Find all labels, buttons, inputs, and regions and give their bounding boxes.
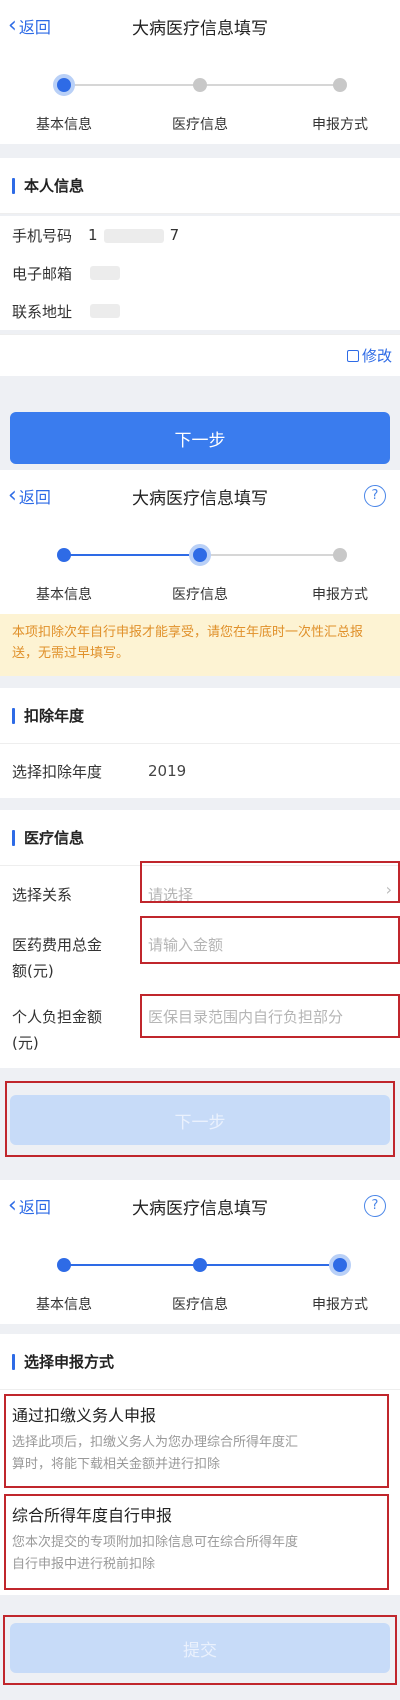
year-value: 2019 <box>148 762 187 780</box>
address-row: 联系地址 <box>0 292 400 330</box>
field-label: 选择关系 <box>12 886 73 904</box>
field-label-line: (元) <box>12 1034 39 1052</box>
field-label: 联系地址 <box>12 302 73 321</box>
help-icon[interactable]: ? <box>364 1195 386 1217</box>
step-dot <box>333 548 347 562</box>
section-bar <box>12 707 15 724</box>
back-label: 返回 <box>18 488 51 507</box>
email-row: 电子邮箱 <box>0 254 400 292</box>
step-label: 申报方式 <box>312 1297 368 1313</box>
edit-label: 修改 <box>361 347 392 365</box>
edit-button[interactable]: 修改 <box>346 345 392 366</box>
page-title: 大病医疗信息填写 <box>132 1198 268 1219</box>
phone-value-end: 7 <box>169 226 180 244</box>
step-dot-current <box>189 544 211 566</box>
step-dot <box>193 78 207 92</box>
section-title: 医疗信息 <box>24 829 85 847</box>
page-title: 大病医疗信息填写 <box>132 488 268 509</box>
step-dot <box>333 78 347 92</box>
highlight-box <box>4 1394 389 1488</box>
section-title: 本人信息 <box>24 177 85 195</box>
field-label-line: 额(元) <box>12 962 54 980</box>
help-icon[interactable]: ? <box>364 485 386 507</box>
back-button[interactable]: ‹ 返回 <box>8 1180 51 1232</box>
step-label: 基本信息 <box>36 1297 92 1313</box>
highlight-box <box>140 861 400 903</box>
field-label: 选择扣除年度 <box>12 762 103 781</box>
page-title: 大病医疗信息填写 <box>132 18 268 39</box>
step-label: 基本信息 <box>36 587 92 603</box>
step-line-done <box>64 554 200 556</box>
highlight-box <box>140 994 400 1038</box>
step-label: 医疗信息 <box>172 117 228 133</box>
step-dot-current <box>53 74 75 96</box>
chevron-left-icon: ‹ <box>8 483 17 508</box>
step-line <box>64 84 200 86</box>
step-line <box>200 554 340 556</box>
field-label-line: 个人负担金额 <box>12 1008 103 1026</box>
next-label: 下一步 <box>174 430 226 451</box>
field-label: 医药费用总金 额(元) <box>12 932 102 984</box>
step-label: 申报方式 <box>312 117 368 133</box>
highlight-box <box>4 1494 389 1590</box>
step-line <box>200 84 340 86</box>
field-label-line: 医药费用总金 <box>12 936 103 954</box>
step-dot-done <box>193 1258 207 1272</box>
step-dot-done <box>57 1258 71 1272</box>
back-button[interactable]: ‹ 返回 <box>8 0 51 52</box>
masked-value <box>90 304 121 318</box>
screen-medical-info: ‹ 返回 大病医疗信息填写 ? 基本信息 医疗信息 申报方式 本项扣除次年自行申… <box>0 470 400 1180</box>
top-bar: ‹ 返回 大病医疗信息填写 <box>0 0 400 52</box>
back-label: 返回 <box>18 1198 51 1217</box>
step-dot-current <box>329 1254 351 1276</box>
phone-value: 17 <box>88 226 179 244</box>
top-bar: ‹ 返回 大病医疗信息填写 ? <box>0 470 400 522</box>
edit-icon <box>346 350 359 362</box>
chevron-left-icon: ‹ <box>8 1193 17 1218</box>
section-header: 扣除年度 <box>0 688 400 744</box>
screen-filing-method: ‹ 返回 大病医疗信息填写 ? 基本信息 医疗信息 申报方式 选择申报方式 通过… <box>0 1180 400 1700</box>
notice-banner: 本项扣除次年自行申报才能享受，请您在年底时一次性汇总报送，无需过早填写。 <box>0 614 400 676</box>
masked-value <box>90 266 121 280</box>
year-row[interactable]: 选择扣除年度 2019 <box>0 744 400 798</box>
back-label: 返回 <box>18 18 51 37</box>
edit-row: 修改 <box>0 334 400 376</box>
section-title: 选择申报方式 <box>24 1353 115 1371</box>
field-label: 电子邮箱 <box>12 264 73 283</box>
field-label: 个人负担金额 (元) <box>12 1004 102 1056</box>
highlight-box <box>5 1081 395 1157</box>
highlight-box <box>3 1615 397 1685</box>
phone-row: 手机号码 17 <box>0 216 400 254</box>
section-header: 医疗信息 <box>0 810 400 866</box>
step-line-done <box>64 1264 200 1266</box>
section-bar <box>12 829 15 846</box>
step-indicator: 基本信息 医疗信息 申报方式 <box>0 52 400 144</box>
step-indicator: 基本信息 医疗信息 申报方式 <box>0 1232 400 1324</box>
chevron-left-icon: ‹ <box>8 13 17 38</box>
highlight-box <box>140 916 400 964</box>
step-label: 医疗信息 <box>172 587 228 603</box>
section-header: 选择申报方式 <box>0 1334 400 1390</box>
step-indicator: 基本信息 医疗信息 申报方式 <box>0 522 400 614</box>
step-line-done <box>200 1264 340 1266</box>
step-label: 医疗信息 <box>172 1297 228 1313</box>
top-bar: ‹ 返回 大病医疗信息填写 ? <box>0 1180 400 1232</box>
section-title: 扣除年度 <box>24 707 85 725</box>
field-label: 手机号码 <box>12 226 73 245</box>
section-header: 本人信息 <box>0 158 400 214</box>
step-dot-done <box>57 548 71 562</box>
section-bar <box>12 1353 15 1370</box>
back-button[interactable]: ‹ 返回 <box>8 470 51 522</box>
section-bar <box>12 177 15 194</box>
phone-value-start: 1 <box>88 226 98 244</box>
next-button[interactable]: 下一步 <box>10 412 390 464</box>
screen-basic-info: ‹ 返回 大病医疗信息填写 基本信息 医疗信息 申报方式 本人信息 手机号码 1… <box>0 0 400 470</box>
step-label: 申报方式 <box>312 587 368 603</box>
step-label: 基本信息 <box>36 117 92 133</box>
masked-value <box>103 228 164 243</box>
